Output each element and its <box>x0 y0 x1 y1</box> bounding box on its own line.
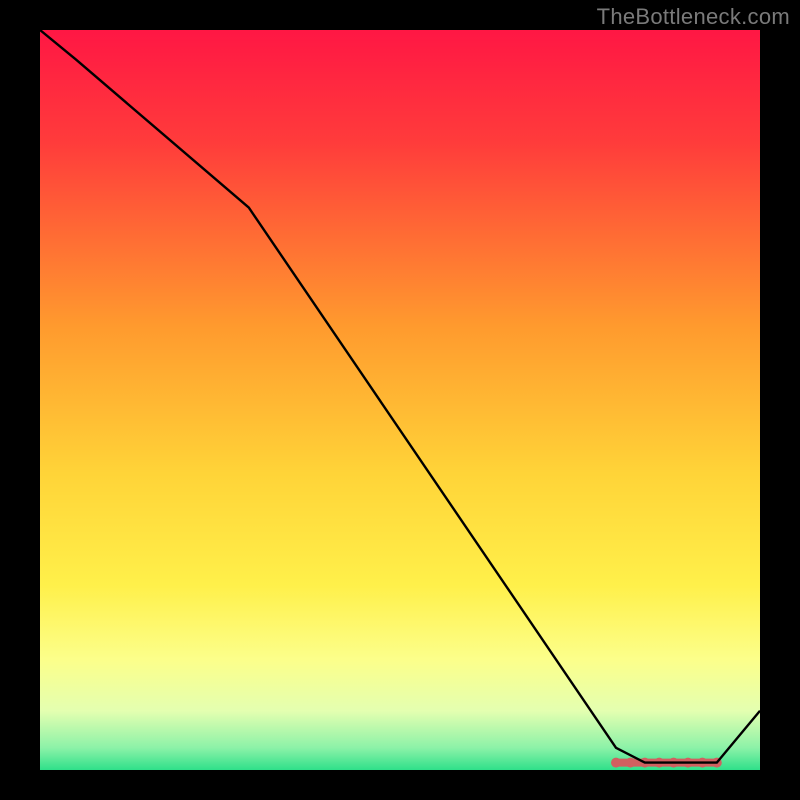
chart-svg <box>40 30 760 770</box>
chart-frame: TheBottleneck.com <box>0 0 800 800</box>
chart-plot-area <box>40 30 760 770</box>
watermark-text: TheBottleneck.com <box>597 4 790 30</box>
chart-background-gradient <box>40 30 760 770</box>
